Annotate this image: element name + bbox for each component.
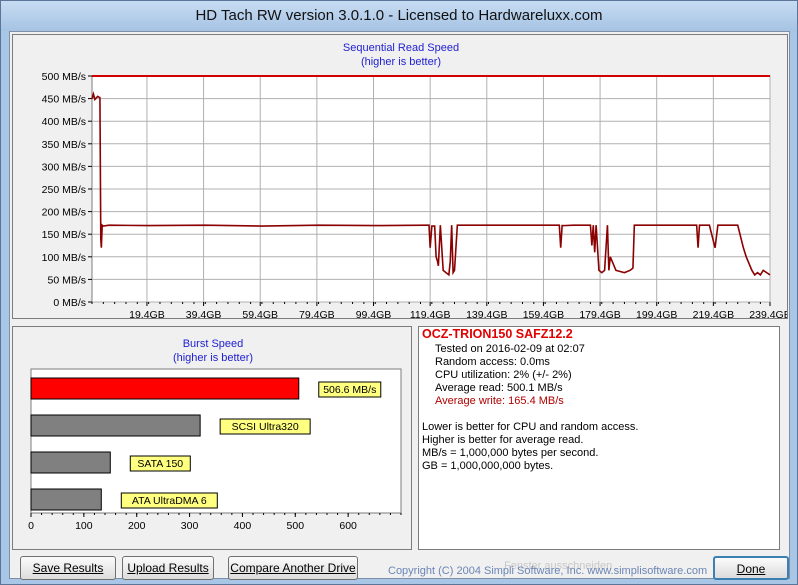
x-tick-label: 179,4GB xyxy=(579,309,620,318)
x-tick-label: 219,4GB xyxy=(693,309,734,318)
cpu-utilization: CPU utilization: 2% (+/- 2%) xyxy=(435,369,572,381)
burst-chart-panel: Burst Speed (higher is better) 0 100 200 30… xyxy=(12,326,412,550)
x-tick-label: 59,4GB xyxy=(242,309,278,318)
y-tick-label: 0 MB/s xyxy=(53,297,86,309)
average-write: Average write: 165.4 MB/s xyxy=(435,395,564,407)
burst-x-tick-label: 400 xyxy=(234,520,252,532)
compare-drive-label: Compare Another Drive xyxy=(230,561,356,575)
x-tick-label: 19,4GB xyxy=(129,309,165,318)
burst-x-tick-label: 200 xyxy=(128,520,146,532)
copyright-text: Copyright (C) 2004 Simpli Software, Inc.… xyxy=(388,565,708,577)
burst-x-tick-label: 500 xyxy=(287,520,305,532)
burst-speed-chart: 0 100 200 300 400 500 600 506.6 MB/s SCSI Ultra3… xyxy=(28,368,402,532)
y-tick-label: 450 MB/s xyxy=(42,94,86,106)
done-label: Done xyxy=(736,562,766,576)
y-tick-label: 500 MB/s xyxy=(42,71,86,83)
x-tick-label: 199,4GB xyxy=(636,309,677,318)
burst-x-tick-label: 600 xyxy=(339,520,357,532)
burst-bar-label: ATA UltraDMA 6 xyxy=(132,495,207,507)
note-cpu: Lower is better for CPU and random acces… xyxy=(422,421,639,433)
y-tick-label: 50 MB/s xyxy=(47,274,86,286)
x-tick-label: 99,4GB xyxy=(356,309,392,318)
window-title: HD Tach RW version 3.0.1.0 - Licensed to… xyxy=(195,7,603,24)
burst-bar-label: 506.6 MB/s xyxy=(323,384,376,396)
burst-x-tick-label: 300 xyxy=(181,520,199,532)
client-area: Sequential Read Speed (higher is better)… xyxy=(9,31,790,580)
x-tick-label: 119,4GB xyxy=(410,309,451,318)
average-read: Average read: 500.1 MB/s xyxy=(435,382,563,394)
compare-drive-button[interactable]: Compare Another Drive xyxy=(228,556,358,580)
save-results-button[interactable]: Save Results xyxy=(20,556,116,580)
burst-bar xyxy=(30,451,111,474)
burst-x-tick-label: 0 xyxy=(28,520,34,532)
x-tick-label: 39,4GB xyxy=(186,309,222,318)
burst-bar xyxy=(30,414,201,437)
burst-bar xyxy=(30,377,300,400)
y-tick-label: 300 MB/s xyxy=(42,161,86,173)
done-button[interactable]: Done xyxy=(713,556,789,580)
x-tick-label: 239,4GB xyxy=(749,309,787,318)
upload-results-button[interactable]: Upload Results xyxy=(122,556,214,580)
x-tick-label: 139,4GB xyxy=(466,309,507,318)
x-tick-label: 79,4GB xyxy=(299,309,335,318)
upload-results-label: Upload Results xyxy=(127,561,209,575)
drive-name: OCZ-TRION150 SAFZ12.2 xyxy=(422,327,573,341)
burst-bar-label: SATA 150 xyxy=(137,458,183,470)
tested-date: Tested on 2016-02-09 at 02:07 xyxy=(435,343,585,355)
save-results-label: Save Results xyxy=(32,561,104,575)
y-tick-label: 400 MB/s xyxy=(42,116,86,128)
y-tick-label: 150 MB/s xyxy=(42,229,86,241)
x-tick-label: 159,4GB xyxy=(523,309,564,318)
note-read: Higher is better for average read. xyxy=(422,434,584,446)
burst-bar-label: SCSI Ultra320 xyxy=(232,421,299,433)
random-access: Random access: 0.0ms xyxy=(435,356,550,368)
burst-bar xyxy=(30,488,102,511)
note-gb: GB = 1,000,000,000 bytes. xyxy=(422,460,554,472)
burst-x-tick-label: 100 xyxy=(75,520,93,532)
title-bar[interactable]: HD Tach RW version 3.0.1.0 - Licensed to… xyxy=(1,1,797,31)
sequential-read-chart: 0 MB/s 50 MB/s 100 MB/s 150 MB/s 200 MB/s 250… xyxy=(42,71,787,318)
y-tick-label: 350 MB/s xyxy=(42,139,86,151)
results-info-panel: OCZ-TRION150 SAFZ12.2 Tested on 2016-02-… xyxy=(418,326,780,550)
sequential-chart-panel: Sequential Read Speed (higher is better)… xyxy=(12,34,788,319)
y-tick-label: 250 MB/s xyxy=(42,184,86,196)
y-tick-label: 200 MB/s xyxy=(42,207,86,219)
note-mbs: MB/s = 1,000,000 bytes per second. xyxy=(422,447,599,459)
y-tick-label: 100 MB/s xyxy=(42,252,86,264)
app-window: HD Tach RW version 3.0.1.0 - Licensed to… xyxy=(0,0,798,585)
